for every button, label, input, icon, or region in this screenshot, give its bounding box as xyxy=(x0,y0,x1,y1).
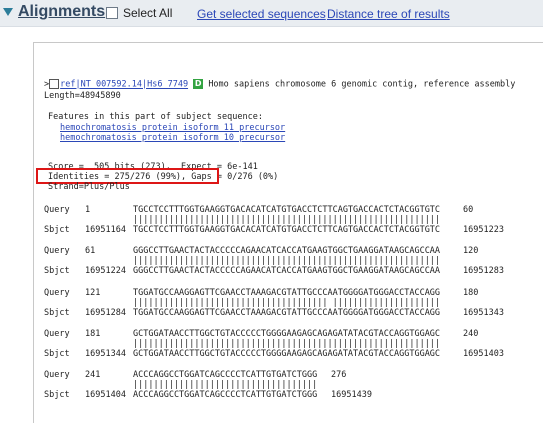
sbjct-end: 16951403 xyxy=(463,349,504,359)
query-start: 121 xyxy=(85,288,101,298)
query-label: Query xyxy=(44,205,70,215)
hit-description: Homo sapiens chromosome 6 genomic contig… xyxy=(208,79,516,90)
sbjct-label: Sbjct xyxy=(44,349,70,359)
strand-line: Strand=Plus/Plus xyxy=(48,182,130,192)
match-line: ||||||||||||||||||||||||||||||||||||||||… xyxy=(133,256,441,266)
query-label: Query xyxy=(44,246,70,256)
hit-id-link[interactable]: ref|NT_007592.14|Hs6_7749 xyxy=(60,80,188,90)
query-sequence: GCTGGATAACCTTGGCTGTACCCCCTGGGGAAGAGCAGAG… xyxy=(133,329,441,339)
query-end: 120 xyxy=(463,246,479,256)
alignment-content: > ref|NT_007592.14|Hs6_7749 D Homo sapien… xyxy=(0,0,543,415)
query-start: 241 xyxy=(85,370,101,380)
hit-header: > ref|NT_007592.14|Hs6_7749 D Homo sapien… xyxy=(44,79,515,90)
features-heading: Features in this part of subject sequenc… xyxy=(48,112,263,122)
sbjct-sequence: GCTGGATAACCTTGGCTGTACCCCCTGGGGAAGAGCAGAG… xyxy=(133,349,441,359)
query-sequence: GGGCCTTGAACTACTACCCCCAGAACATCACCATGAAGTG… xyxy=(133,246,441,256)
sbjct-label: Sbjct xyxy=(44,390,70,400)
query-end: 180 xyxy=(463,288,479,298)
hit-length: Length=48945890 xyxy=(44,91,121,101)
query-start: 1 xyxy=(85,205,91,215)
feature-link-isoform-10[interactable]: hemochromatosis protein isoform 10 precu… xyxy=(60,133,285,143)
sbjct-label: Sbjct xyxy=(44,266,70,276)
sbjct-start: 16951164 xyxy=(85,225,126,235)
feature-link-isoform-11[interactable]: hemochromatosis protein isoform 11 precu… xyxy=(60,123,285,133)
match-line: ||||||||||||||||||||||||||||||||||||||||… xyxy=(133,339,441,349)
sbjct-sequence: TGGATGCCAAGGAGTTCGAACCTAAAGACGTATTGCCCAA… xyxy=(133,308,441,318)
match-line: ||||||||||||||||||||||||||||||||||||||||… xyxy=(133,215,441,225)
hit-select-checkbox[interactable] xyxy=(49,79,60,89)
query-label: Query xyxy=(44,288,70,298)
sbjct-start: 16951224 xyxy=(85,266,126,276)
query-sequence: TGCCTCCTTTGGTGAAGGTGACACATCATGTGACCTCTTC… xyxy=(133,205,441,215)
query-sequence: ACCCAGGCCTGGATCAGCCCCTCATTGTGATCTGGG xyxy=(133,370,318,380)
query-end: 60 xyxy=(463,205,474,215)
query-start: 181 xyxy=(85,329,101,339)
sbjct-sequence: ACCCAGGCCTGGATCAGCCCCTCATTGTGATCTGGG xyxy=(133,390,318,400)
match-line: |||||||||||||||||||||||||||||||||||| xyxy=(133,380,318,390)
query-end: 240 xyxy=(463,329,479,339)
query-end: 276 xyxy=(331,370,347,380)
sbjct-sequence: GGGCCTTGAACTACTACCCCCAGAACATCACCATGAAGTG… xyxy=(133,266,441,276)
query-label: Query xyxy=(44,370,70,380)
sbjct-start: 16951344 xyxy=(85,349,126,359)
sbjct-sequence: TGCCTCCTTTGGTGAAGGTGACACATCATGTGACCTCTTC… xyxy=(133,225,441,235)
query-sequence: TGGATGCCAAGGAGTTCGAACCTAAAGACGTATTGCCCAA… xyxy=(133,288,441,298)
sbjct-label: Sbjct xyxy=(44,225,70,235)
sbjct-end: 16951343 xyxy=(463,308,504,318)
sbjct-end: 16951283 xyxy=(463,266,504,276)
query-start: 61 xyxy=(85,246,96,256)
genbank-d-icon[interactable]: D xyxy=(193,79,204,89)
sbjct-label: Sbjct xyxy=(44,308,70,318)
sbjct-start: 16951404 xyxy=(85,390,126,400)
match-line: |||||||||||||||||||||||||||||||||||||| |… xyxy=(133,298,441,308)
sbjct-end: 16951223 xyxy=(463,225,504,235)
query-label: Query xyxy=(44,329,70,339)
sbjct-start: 16951284 xyxy=(85,308,126,318)
sbjct-end: 16951439 xyxy=(331,390,372,400)
